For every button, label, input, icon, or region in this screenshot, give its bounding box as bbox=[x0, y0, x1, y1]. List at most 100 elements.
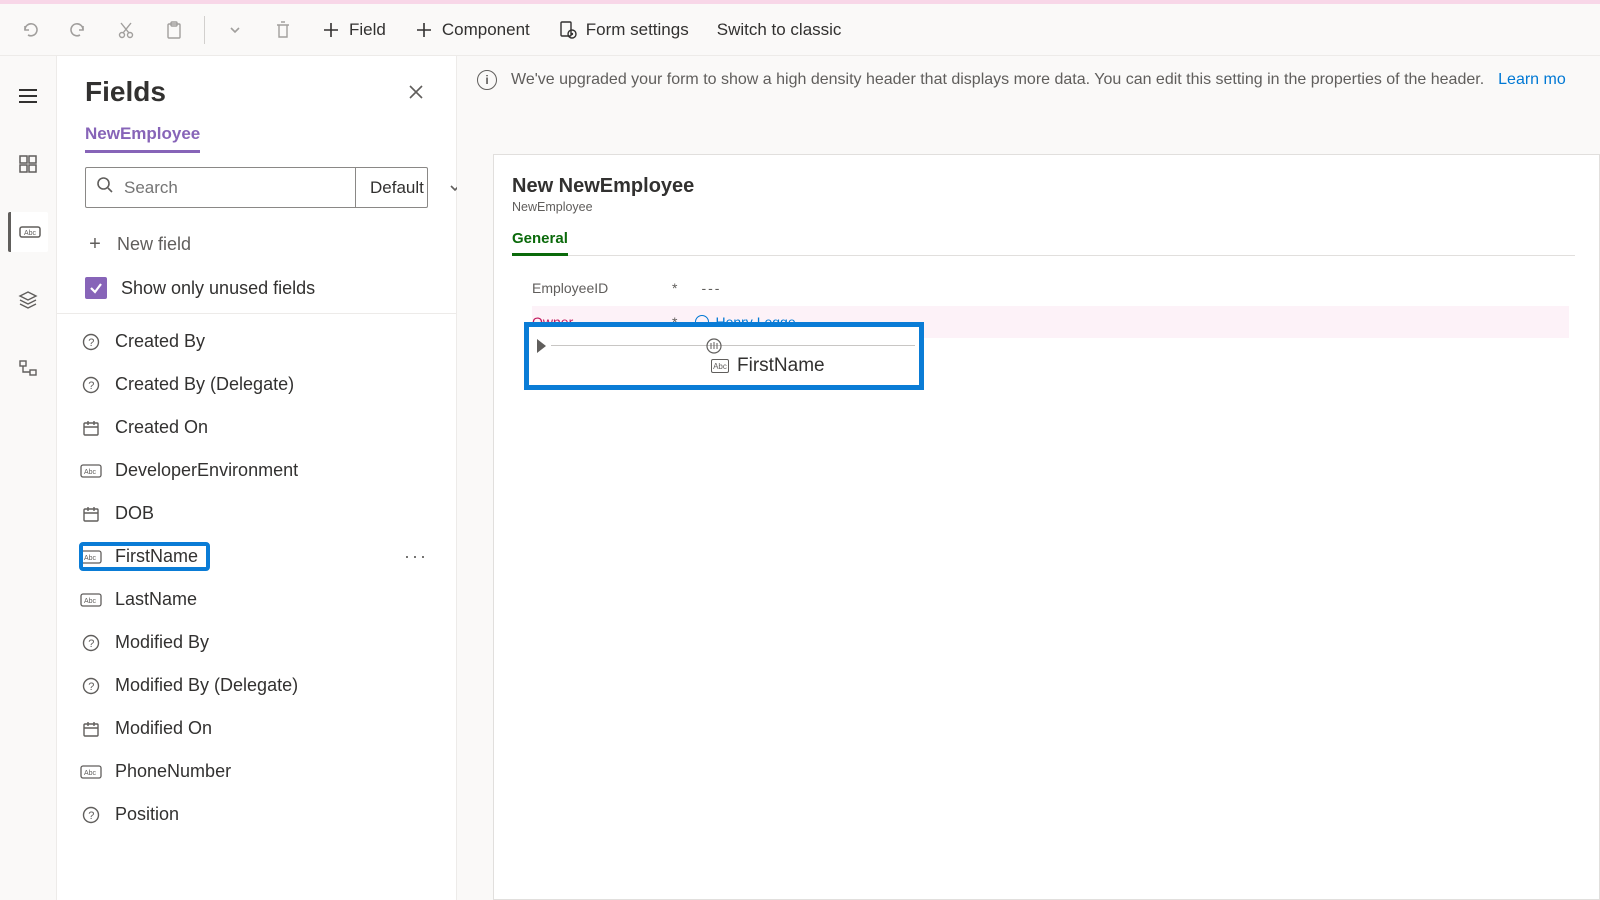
chevron-down-icon bbox=[225, 20, 245, 40]
field-item-label: Modified By bbox=[115, 632, 209, 653]
cut-button[interactable] bbox=[104, 14, 148, 46]
text-icon: Abc bbox=[81, 461, 101, 481]
close-panel-button[interactable] bbox=[400, 76, 432, 108]
search-row: Default bbox=[85, 167, 428, 208]
field-item[interactable]: Abc FirstName ··· bbox=[57, 535, 456, 578]
svg-text:?: ? bbox=[88, 681, 94, 693]
svg-text:?: ? bbox=[88, 810, 94, 822]
field-item[interactable]: ?Modified By (Delegate) bbox=[57, 664, 456, 707]
field-item-label: FirstName bbox=[115, 546, 198, 567]
search-input[interactable] bbox=[124, 178, 345, 198]
text-icon: Abc bbox=[81, 547, 101, 567]
question-icon: ? bbox=[81, 332, 101, 352]
field-item[interactable]: Abc DeveloperEnvironment bbox=[57, 449, 456, 492]
text-icon: Abc bbox=[81, 590, 101, 610]
components-rail-button[interactable] bbox=[8, 144, 48, 184]
form-subtitle: NewEmployee bbox=[512, 200, 1575, 214]
drop-field-name: FirstName bbox=[737, 355, 825, 377]
redo-icon bbox=[68, 20, 88, 40]
undo-icon bbox=[20, 20, 40, 40]
drop-field-chip: Abc FirstName bbox=[711, 355, 825, 377]
field-item[interactable]: ? Modified By bbox=[57, 621, 456, 664]
paste-icon bbox=[164, 20, 184, 40]
field-item[interactable]: ? Created By (Delegate) bbox=[57, 363, 456, 406]
calendar-icon bbox=[81, 418, 101, 438]
fields-panel: Fields NewEmployee Default + New field bbox=[57, 56, 457, 900]
field-value: --- bbox=[701, 280, 721, 296]
field-drop-target[interactable]: Abc FirstName bbox=[524, 322, 924, 390]
text-icon: Abc bbox=[81, 762, 101, 782]
form-title: New NewEmployee bbox=[512, 175, 1575, 198]
field-list: ?Created By? Created By (Delegate) Created… bbox=[57, 314, 456, 900]
close-icon bbox=[408, 84, 424, 100]
paste-button[interactable] bbox=[152, 14, 196, 46]
field-item-label: DeveloperEnvironment bbox=[115, 460, 298, 481]
more-options-button[interactable]: ··· bbox=[404, 546, 428, 567]
question-icon: ? bbox=[81, 375, 101, 395]
add-field-label: Field bbox=[349, 20, 386, 40]
field-item-label: DOB bbox=[115, 503, 154, 524]
field-item-label: Created On bbox=[115, 417, 208, 438]
delete-button[interactable] bbox=[261, 14, 305, 46]
form-row-employeeid[interactable]: EmployeeID * --- bbox=[532, 270, 1569, 306]
separator bbox=[204, 16, 205, 44]
calendar-icon bbox=[81, 504, 101, 524]
entity-tab[interactable]: NewEmployee bbox=[85, 124, 200, 153]
form-settings-button[interactable]: Form settings bbox=[546, 14, 701, 46]
plus-icon bbox=[414, 20, 434, 40]
field-item[interactable]: Created On bbox=[57, 406, 456, 449]
field-item[interactable]: ?Created By bbox=[57, 320, 456, 363]
form-settings-label: Form settings bbox=[586, 20, 689, 40]
field-item[interactable]: ? Position bbox=[57, 793, 456, 836]
field-item-label: Created By (Delegate) bbox=[115, 374, 294, 395]
add-component-label: Component bbox=[442, 20, 530, 40]
svg-text:?: ? bbox=[88, 337, 94, 349]
field-item[interactable]: Abc LastName bbox=[57, 578, 456, 621]
add-field-button[interactable]: Field bbox=[309, 14, 398, 46]
field-label: EmployeeID bbox=[532, 280, 672, 296]
show-unused-checkbox[interactable]: Show only unused fields bbox=[57, 265, 456, 313]
hamburger-button[interactable] bbox=[8, 76, 48, 116]
svg-text:Abc: Abc bbox=[84, 555, 97, 562]
learn-more-link[interactable]: Learn mo bbox=[1498, 71, 1566, 89]
question-icon: ? bbox=[81, 633, 101, 653]
field-item[interactable]: DOB bbox=[57, 492, 456, 535]
svg-text:Abc: Abc bbox=[24, 230, 37, 237]
tree-rail-button[interactable] bbox=[8, 348, 48, 388]
field-item[interactable]: Abc PhoneNumber bbox=[57, 750, 456, 793]
svg-text:?: ? bbox=[88, 380, 94, 392]
layers-rail-button[interactable] bbox=[8, 280, 48, 320]
svg-text:Abc: Abc bbox=[84, 469, 97, 476]
switch-classic-label: Switch to classic bbox=[717, 20, 842, 40]
expand-arrow-icon bbox=[537, 339, 546, 353]
info-bar: i We've upgraded your form to show a hig… bbox=[457, 56, 1600, 104]
show-unused-label: Show only unused fields bbox=[121, 278, 315, 299]
field-item-label: PhoneNumber bbox=[115, 761, 231, 782]
field-item-label: Modified On bbox=[115, 718, 212, 739]
filter-value: Default bbox=[370, 178, 424, 198]
left-rail: Abc bbox=[0, 56, 57, 900]
form-settings-icon bbox=[558, 20, 578, 40]
fields-rail-button[interactable]: Abc bbox=[8, 212, 48, 252]
delete-icon bbox=[273, 20, 293, 40]
command-bar: Field Component Form settings Switch to … bbox=[0, 4, 1600, 56]
form-canvas[interactable]: New NewEmployee NewEmployee General Empl… bbox=[493, 154, 1600, 900]
switch-classic-button[interactable]: Switch to classic bbox=[705, 14, 854, 46]
plus-icon: + bbox=[85, 235, 105, 255]
svg-text:Abc: Abc bbox=[84, 770, 97, 777]
field-item-label: Position bbox=[115, 804, 179, 825]
add-component-button[interactable]: Component bbox=[402, 14, 542, 46]
undo-button[interactable] bbox=[8, 14, 52, 46]
form-tab-general[interactable]: General bbox=[512, 230, 568, 256]
dropdown-button[interactable] bbox=[213, 14, 257, 46]
panel-title: Fields bbox=[85, 76, 166, 108]
field-item-label: LastName bbox=[115, 589, 197, 610]
redo-button[interactable] bbox=[56, 14, 100, 46]
field-item[interactable]: Modified On bbox=[57, 707, 456, 750]
canvas-area: i We've upgraded your form to show a hig… bbox=[457, 56, 1600, 900]
question-icon: ? bbox=[81, 676, 101, 696]
new-field-button[interactable]: + New field bbox=[57, 224, 456, 265]
grab-cursor-icon bbox=[705, 337, 723, 355]
svg-text:Abc: Abc bbox=[84, 598, 97, 605]
checkbox-checked-icon bbox=[85, 277, 107, 299]
